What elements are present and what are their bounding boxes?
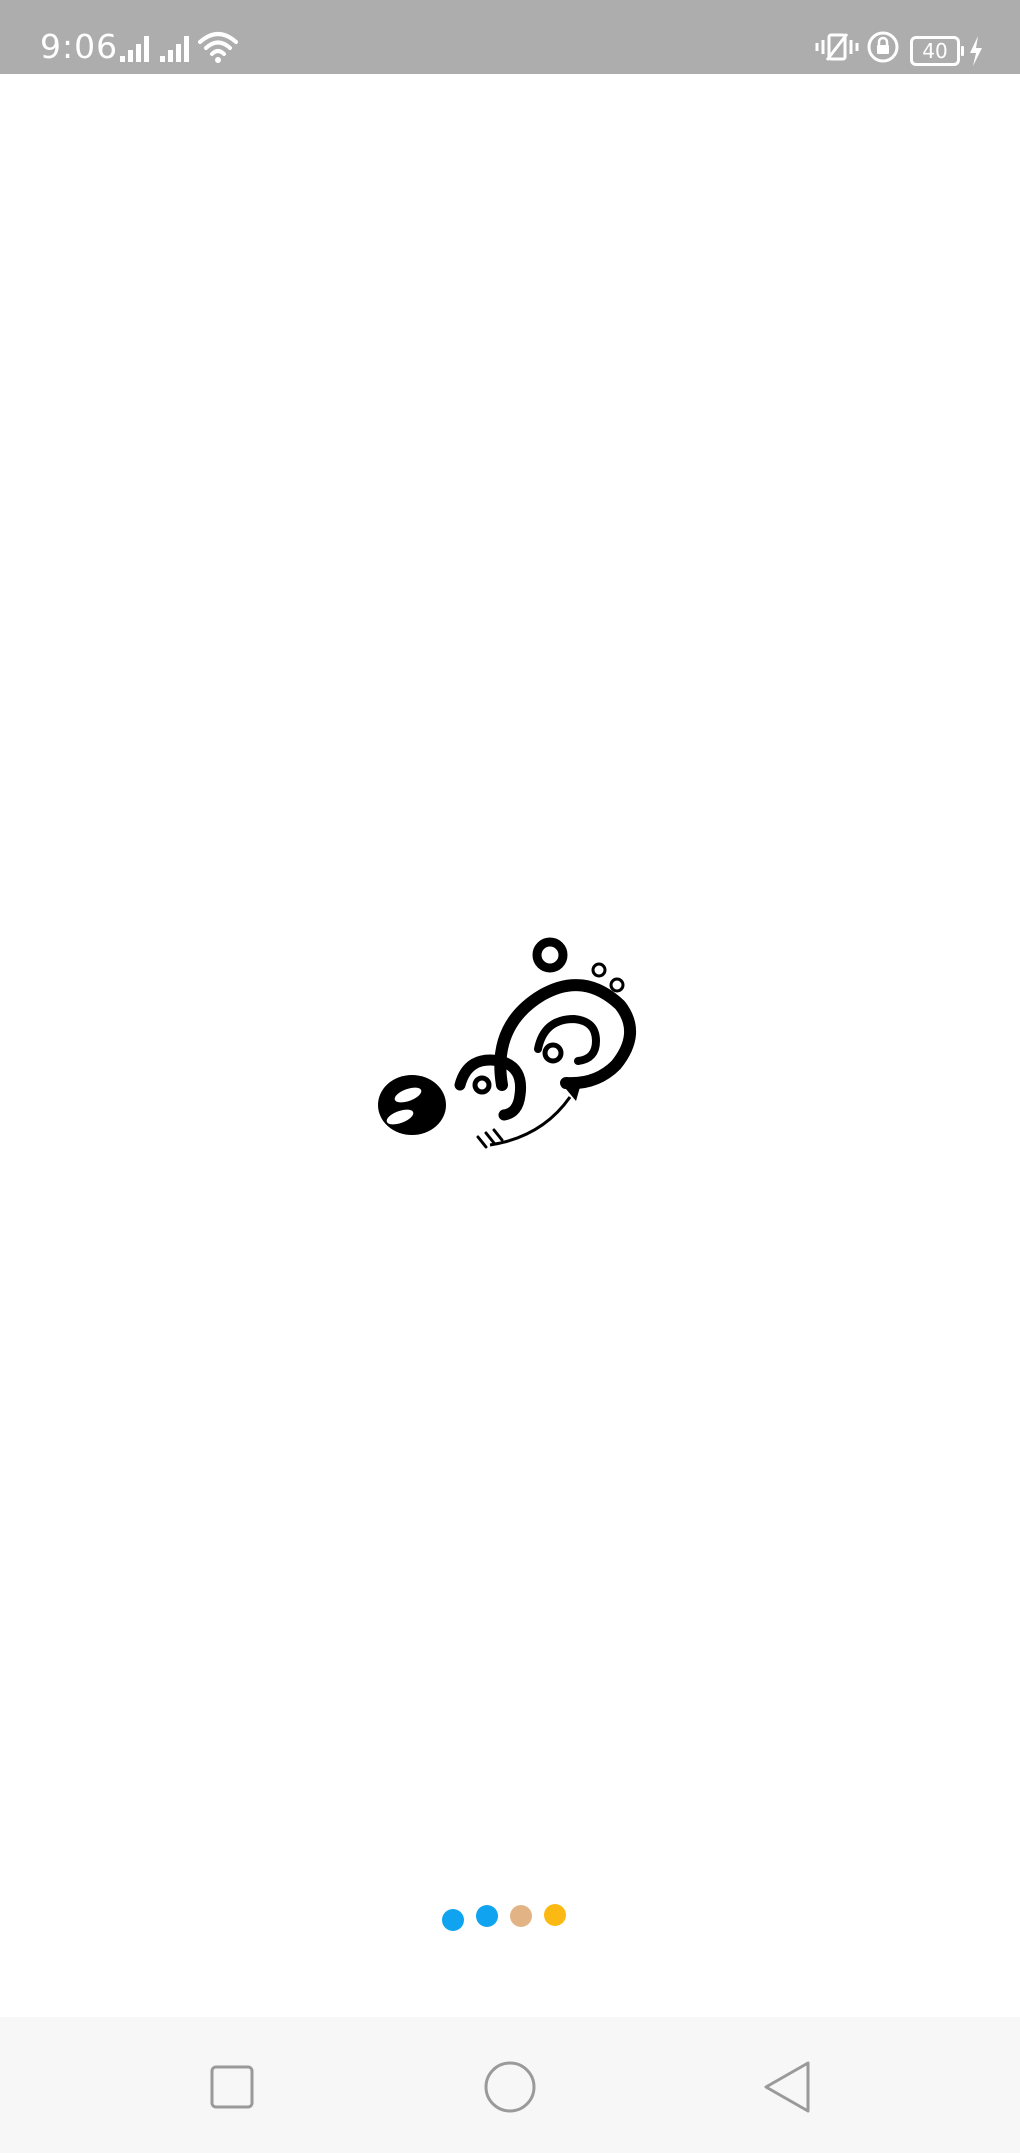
loading-indicator [0,1900,1020,1940]
status-time: 9:06 [40,27,119,66]
recent-apps-icon[interactable] [192,2047,272,2127]
battery-level: 40 [922,39,948,63]
navigation-bar [0,2017,1020,2153]
loading-dot [442,1909,464,1931]
loading-dot [544,1904,566,1926]
rotation-lock-icon [867,31,899,63]
app-logo-icon [378,937,637,1149]
status-bar: 9:06 40 [0,0,1020,74]
wifi-icon [198,32,238,63]
loading-dot [510,1905,532,1927]
charging-icon [970,36,982,66]
battery-icon: 40 [910,36,964,66]
signal-icon [120,36,149,62]
vibrate-icon [815,33,859,61]
home-icon[interactable] [470,2047,550,2127]
loading-dot [476,1905,498,1927]
signal-icon [160,36,189,62]
back-icon[interactable] [748,2047,828,2127]
